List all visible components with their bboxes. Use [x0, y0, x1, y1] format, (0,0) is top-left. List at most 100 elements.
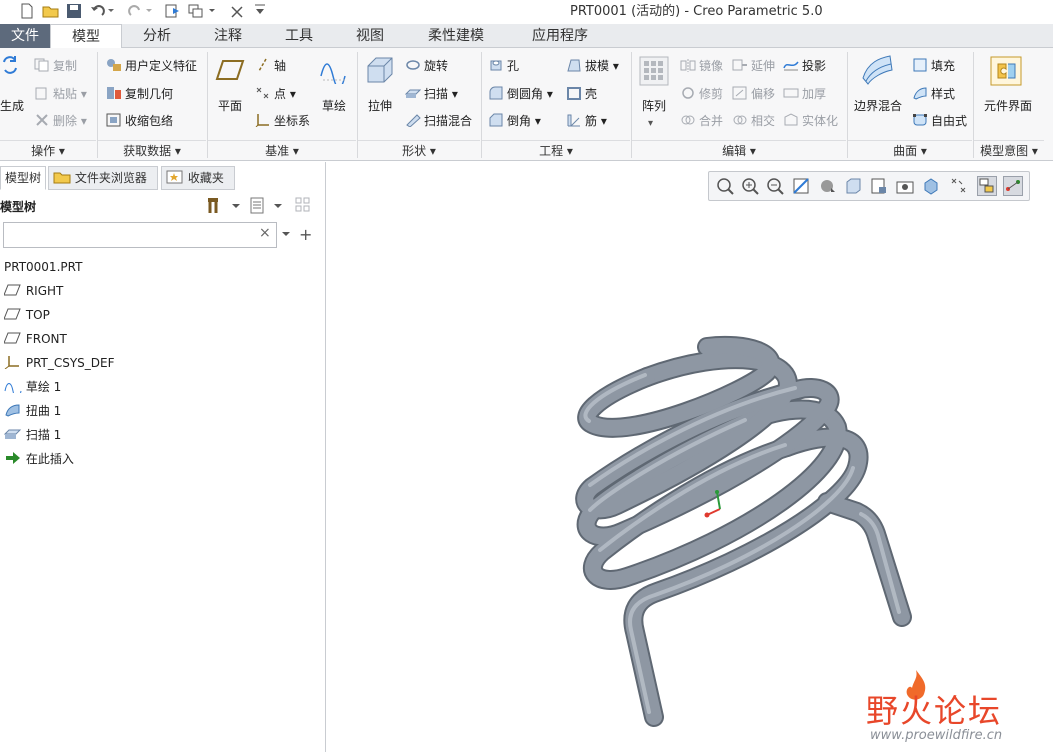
- tree-search-input[interactable]: [3, 222, 277, 248]
- component-interface-label[interactable]: 元件界面: [978, 97, 1038, 114]
- plane-label[interactable]: 平面: [212, 97, 248, 114]
- regenerate-button[interactable]: [0, 54, 20, 79]
- csys-button[interactable]: 坐标系: [255, 112, 310, 129]
- tree-settings-icon[interactable]: [206, 196, 246, 219]
- sketch-icon[interactable]: [319, 58, 349, 89]
- group-get-data-footer[interactable]: 获取数据 ▾: [98, 140, 206, 160]
- tree-item-sketch[interactable]: 草绘 1: [4, 377, 61, 399]
- intersect-button[interactable]: 相交: [732, 112, 775, 129]
- hole-button[interactable]: 孔: [488, 57, 519, 74]
- axis-icon: [255, 58, 271, 72]
- offset-icon: [732, 86, 748, 100]
- clear-search-icon[interactable]: ×: [259, 225, 271, 241]
- copy-geometry-button[interactable]: 复制几何: [106, 85, 173, 102]
- project-icon: [783, 58, 799, 72]
- tree-item-right[interactable]: RIGHT: [3, 281, 63, 301]
- group-model-intent-footer[interactable]: 模型意图 ▾: [974, 140, 1044, 160]
- close-icon[interactable]: [230, 3, 244, 19]
- redo-icon[interactable]: [128, 3, 154, 19]
- tab-folder-browser[interactable]: 文件夹浏览器: [48, 166, 158, 190]
- merge-button[interactable]: 合并: [680, 112, 723, 129]
- tab-view[interactable]: 视图: [334, 24, 406, 48]
- tab-applications[interactable]: 应用程序: [506, 24, 614, 48]
- sweep-button[interactable]: 扫描 ▾: [404, 85, 458, 102]
- undo-icon[interactable]: [90, 3, 116, 19]
- udf-button[interactable]: 用户定义特征: [106, 57, 197, 74]
- plane-icon[interactable]: [215, 58, 245, 85]
- point-button[interactable]: 点 ▾: [255, 85, 296, 102]
- open-icon[interactable]: [42, 3, 60, 19]
- round-button[interactable]: 倒圆角 ▾: [488, 85, 553, 102]
- offset-button[interactable]: 偏移: [732, 85, 775, 102]
- tab-tools[interactable]: 工具: [264, 24, 334, 48]
- group-engineering-footer[interactable]: 工程 ▾: [482, 140, 630, 160]
- ribbon: 生成 复制 粘贴 ▾ 删除 ▾ 操作 ▾ 用户定义特征 复制几何 收缩包络 获取…: [0, 48, 1053, 161]
- freeform-button[interactable]: 自由式: [912, 112, 967, 129]
- component-interface-icon[interactable]: [990, 56, 1022, 89]
- tab-annotate[interactable]: 注释: [192, 24, 264, 48]
- spring-model[interactable]: [327, 162, 1053, 752]
- tree-item-root[interactable]: PRT0001.PRT: [4, 257, 82, 277]
- fill-button[interactable]: 填充: [912, 57, 955, 74]
- mirror-button[interactable]: 镜像: [680, 57, 723, 74]
- pattern-label[interactable]: 阵列: [636, 97, 672, 114]
- tab-model-tree[interactable]: 模型树: [0, 166, 46, 190]
- tab-file[interactable]: 文件: [0, 24, 50, 48]
- regenerate-icon[interactable]: [165, 3, 181, 19]
- pattern-icon[interactable]: [639, 56, 669, 89]
- extrude-label[interactable]: 拉伸: [362, 97, 398, 114]
- group-editing-footer[interactable]: 编辑 ▾: [632, 140, 846, 160]
- delete-button[interactable]: 删除 ▾: [34, 112, 87, 129]
- tree-item-top[interactable]: TOP: [3, 305, 50, 325]
- pattern-dropdown-icon[interactable]: ▾: [648, 118, 653, 129]
- extrude-icon[interactable]: [364, 54, 396, 89]
- tab-analysis[interactable]: 分析: [122, 24, 192, 48]
- tab-favorites[interactable]: 收藏夹: [161, 166, 235, 190]
- axis-button[interactable]: 轴: [255, 57, 286, 74]
- copy-button[interactable]: 复制: [34, 57, 77, 74]
- boundary-blend-label[interactable]: 边界混合: [850, 97, 906, 114]
- tab-model[interactable]: 模型: [50, 24, 122, 49]
- save-icon[interactable]: [66, 3, 82, 19]
- round-icon: [488, 86, 504, 100]
- window-title: PRT0001 (活动的) - Creo Parametric 5.0: [570, 4, 823, 19]
- revolve-button[interactable]: 旋转: [405, 57, 448, 74]
- tab-flexible-modeling[interactable]: 柔性建模: [406, 24, 506, 48]
- rib-button[interactable]: 筋 ▾: [566, 112, 607, 129]
- customize-icon[interactable]: [254, 3, 266, 19]
- group-surfaces-footer[interactable]: 曲面 ▾: [848, 140, 972, 160]
- tree-item-warp[interactable]: 扭曲 1: [4, 401, 61, 421]
- udf-icon: [106, 58, 122, 72]
- tree-item-csys[interactable]: PRT_CSYS_DEF: [4, 353, 115, 373]
- group-shapes-footer[interactable]: 形状 ▾: [358, 140, 480, 160]
- shell-button[interactable]: 壳: [566, 85, 597, 102]
- boundary-blend-icon[interactable]: [860, 54, 894, 89]
- datum-plane-icon: [3, 284, 22, 298]
- draft-button[interactable]: 拔模 ▾: [566, 57, 619, 74]
- solidify-button[interactable]: 实体化: [783, 112, 838, 129]
- chamfer-button[interactable]: 倒角 ▾: [488, 112, 541, 129]
- trim-button[interactable]: 修剪: [680, 85, 723, 102]
- add-column-icon[interactable]: +: [299, 225, 312, 244]
- paste-button[interactable]: 粘贴 ▾: [34, 85, 87, 102]
- thicken-button[interactable]: 加厚: [783, 85, 826, 102]
- shrinkwrap-icon: [106, 113, 122, 127]
- tree-filter-icon[interactable]: [248, 196, 288, 219]
- style-button[interactable]: 样式: [912, 85, 955, 102]
- shrinkwrap-button[interactable]: 收缩包络: [106, 112, 173, 129]
- group-operations-footer[interactable]: 操作 ▾: [0, 140, 96, 160]
- show-hide-icon[interactable]: [294, 196, 318, 219]
- group-datum-footer[interactable]: 基准 ▾: [208, 140, 356, 160]
- style-icon: [912, 86, 928, 100]
- new-icon[interactable]: [20, 3, 34, 19]
- project-button[interactable]: 投影: [783, 57, 826, 74]
- extend-button[interactable]: 延伸: [732, 57, 775, 74]
- windows-icon[interactable]: [188, 3, 218, 19]
- tree-item-front[interactable]: FRONT: [3, 329, 67, 349]
- sketch-label[interactable]: 草绘: [315, 97, 353, 114]
- tree-item-insert-here[interactable]: 在此插入: [4, 449, 74, 469]
- intersect-icon: [732, 113, 748, 127]
- swept-blend-button[interactable]: 扫描混合: [405, 112, 472, 129]
- tree-item-sweep[interactable]: 扫描 1: [3, 425, 61, 445]
- search-dropdown-icon[interactable]: [281, 228, 291, 242]
